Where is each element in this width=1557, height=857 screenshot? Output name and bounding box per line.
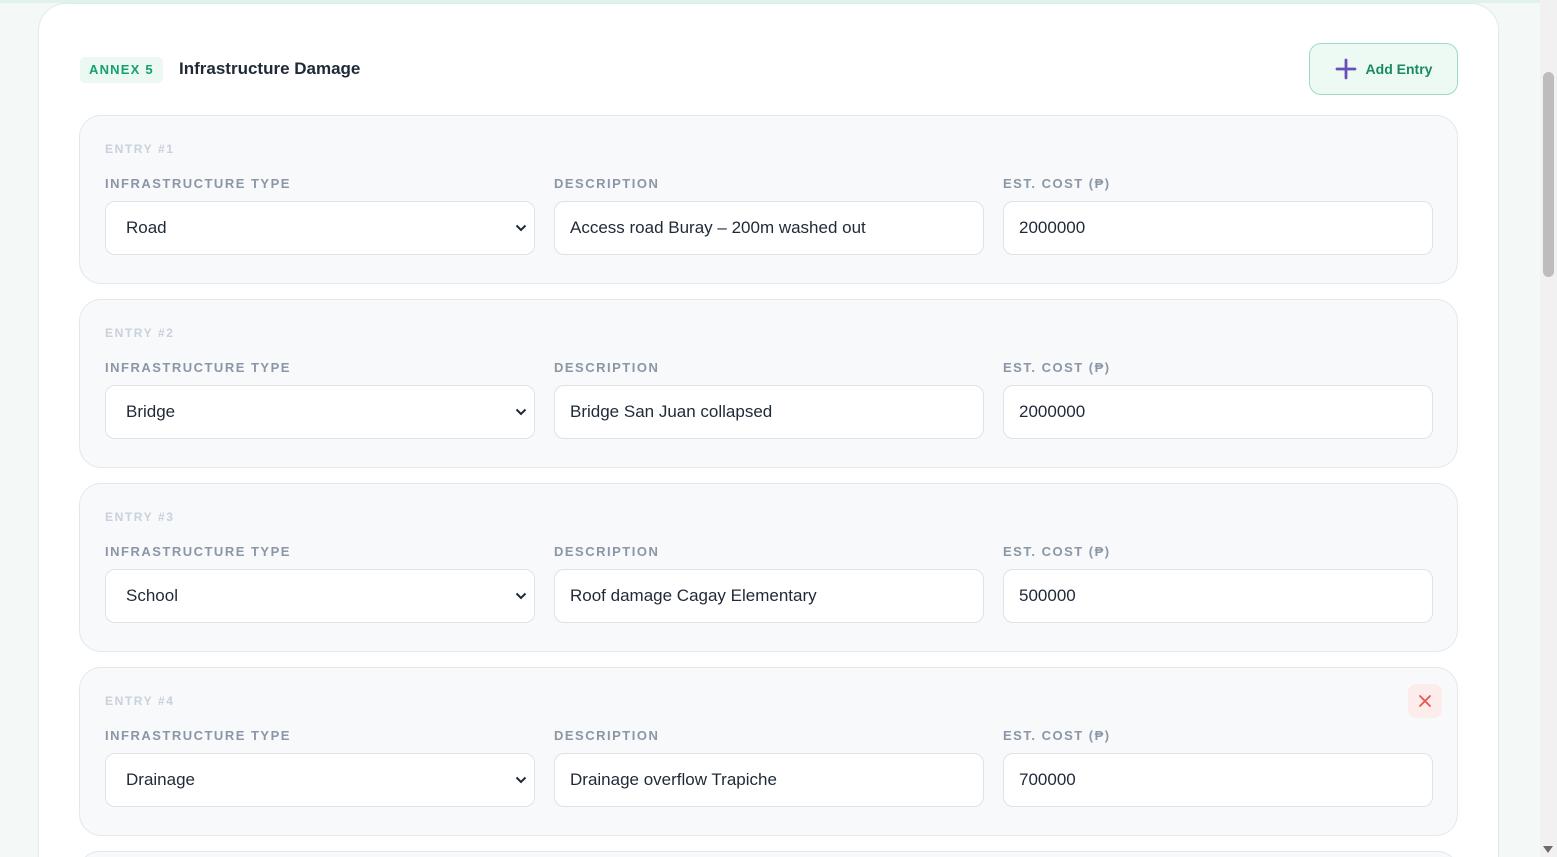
est-cost-label: EST. COST (₱) — [1003, 728, 1111, 743]
add-entry-button[interactable]: Add Entry — [1309, 43, 1458, 95]
entry-card: ENTRY #1 INFRASTRUCTURE TYPE DESCRIPTION… — [79, 115, 1458, 284]
plus-icon — [1335, 58, 1356, 80]
est-cost-input[interactable] — [1003, 753, 1433, 807]
infrastructure-type-label: INFRASTRUCTURE TYPE — [105, 544, 291, 559]
section-header: ANNEX 5 Infrastructure Damage Add Entry — [80, 43, 1458, 95]
description-input[interactable] — [554, 753, 984, 807]
chevron-down-icon — [515, 224, 527, 232]
entry-card: ENTRY #4 INFRASTRUCTURE TYPE DESCRIPTION… — [79, 667, 1458, 836]
infrastructure-type-select[interactable]: School — [105, 569, 535, 623]
section-title: Infrastructure Damage — [179, 59, 361, 78]
est-cost-label: EST. COST (₱) — [1003, 544, 1111, 559]
infrastructure-type-label: INFRASTRUCTURE TYPE — [105, 728, 291, 743]
description-label: DESCRIPTION — [554, 360, 660, 375]
selected-type: School — [126, 586, 178, 605]
infrastructure-type-label: INFRASTRUCTURE TYPE — [105, 360, 291, 375]
chevron-down-icon — [515, 592, 527, 600]
entry-number: ENTRY #3 — [105, 510, 175, 524]
description-label: DESCRIPTION — [554, 544, 660, 559]
infrastructure-type-select[interactable]: Road — [105, 201, 535, 255]
close-icon — [1419, 695, 1431, 707]
remove-entry-button[interactable] — [1408, 684, 1442, 718]
description-input[interactable] — [554, 201, 984, 255]
scrollbar-thumb[interactable] — [1543, 72, 1554, 277]
est-cost-input[interactable] — [1003, 201, 1433, 255]
description-label: DESCRIPTION — [554, 176, 660, 191]
description-label: DESCRIPTION — [554, 728, 660, 743]
scroll-down-arrow-icon[interactable] — [1543, 846, 1553, 853]
selected-type: Drainage — [126, 770, 195, 789]
description-input[interactable] — [554, 569, 984, 623]
annex-badge: ANNEX 5 — [80, 57, 163, 83]
infrastructure-type-select[interactable]: Drainage — [105, 753, 535, 807]
entry-number: ENTRY #2 — [105, 326, 175, 340]
est-cost-label: EST. COST (₱) — [1003, 360, 1111, 375]
infrastructure-type-label: INFRASTRUCTURE TYPE — [105, 176, 291, 191]
selected-type: Bridge — [126, 402, 176, 421]
add-entry-label: Add Entry — [1365, 61, 1433, 77]
est-cost-input[interactable] — [1003, 569, 1433, 623]
chevron-down-icon — [515, 408, 527, 416]
infrastructure-type-select[interactable]: Bridge — [105, 385, 535, 439]
est-cost-input[interactable] — [1003, 385, 1433, 439]
est-cost-label: EST. COST (₱) — [1003, 176, 1111, 191]
entry-number: ENTRY #1 — [105, 142, 175, 156]
entry-card: ENTRY #2 INFRASTRUCTURE TYPE DESCRIPTION… — [79, 299, 1458, 468]
entry-card: ENTRY #3 INFRASTRUCTURE TYPE DESCRIPTION… — [79, 483, 1458, 652]
next-entry-card — [79, 851, 1458, 857]
vertical-scrollbar[interactable] — [1540, 0, 1557, 857]
selected-type: Road — [126, 218, 167, 237]
entry-number: ENTRY #4 — [105, 694, 175, 708]
description-input[interactable] — [554, 385, 984, 439]
chevron-down-icon — [515, 776, 527, 784]
